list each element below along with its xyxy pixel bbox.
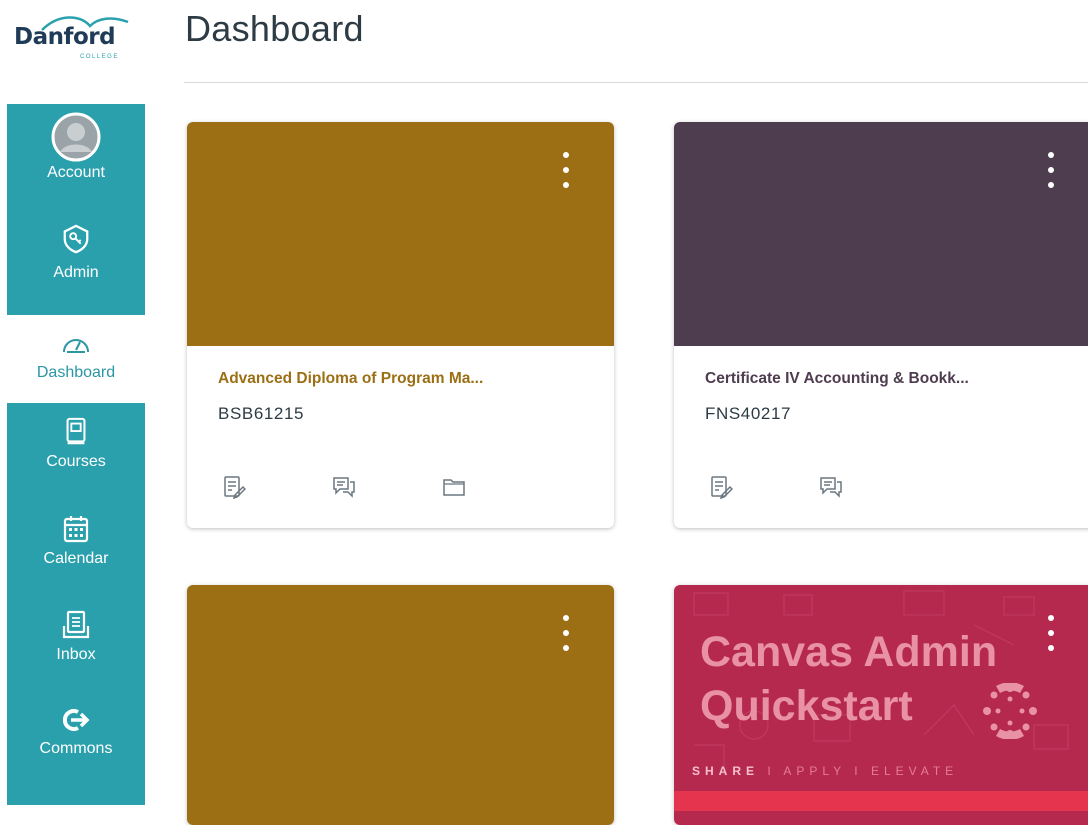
shield-key-icon [63, 224, 89, 254]
course-card-actions [222, 475, 552, 499]
course-card-hero[interactable] [187, 585, 614, 825]
kebab-dot-icon [1048, 182, 1054, 188]
global-nav: Account Admin Dashboard Courses Calendar… [7, 104, 145, 805]
book-icon [66, 417, 86, 445]
hero-tagline: SHARE I APPLY I ELEVATE [692, 764, 958, 778]
kebab-dot-icon [563, 182, 569, 188]
hero-title-line2: Quickstart [700, 682, 913, 730]
nav-label-dashboard: Dashboard [36, 364, 116, 381]
card-options-button[interactable] [1045, 615, 1057, 651]
course-card-hero[interactable] [187, 122, 614, 346]
kebab-dot-icon [1048, 645, 1054, 651]
inbox-icon [62, 610, 90, 639]
course-card-name[interactable]: Advanced Diploma of Program Ma... [218, 370, 483, 388]
avatar-icon [51, 112, 101, 162]
nav-item-inbox[interactable]: Inbox [7, 610, 145, 664]
kebab-dot-icon [563, 630, 569, 636]
nav-item-dashboard[interactable]: Dashboard [7, 332, 145, 382]
calendar-icon [63, 516, 89, 543]
nav-item-calendar[interactable]: Calendar [7, 514, 145, 568]
logo-subtext: COLLEGE [80, 54, 119, 60]
nav-label-account: Account [47, 164, 105, 181]
canvas-logo-icon [983, 683, 1037, 739]
course-card[interactable]: Advanced Diploma of Program Ma... BSB612… [187, 122, 614, 528]
course-card-hero[interactable] [674, 122, 1088, 346]
nav-item-courses[interactable]: Courses [7, 417, 145, 471]
nav-item-account[interactable]: Account [7, 112, 145, 182]
nav-item-admin[interactable]: Admin [7, 224, 145, 282]
course-card-code: FNS40217 [705, 404, 792, 423]
nav-item-commons[interactable]: Commons [7, 704, 145, 758]
kebab-dot-icon [563, 167, 569, 173]
college-logo[interactable]: Danford COLLEGE [0, 0, 145, 104]
share-arrow-icon [62, 709, 90, 731]
course-card-name[interactable]: Certificate IV Accounting & Bookk... [705, 370, 969, 388]
kebab-dot-icon [1048, 615, 1054, 621]
course-card-code: BSB61215 [218, 404, 305, 423]
nav-label-courses: Courses [46, 453, 106, 470]
nav-label-calendar: Calendar [43, 550, 109, 567]
hero-band [674, 791, 1088, 811]
card-options-button[interactable] [1045, 152, 1057, 188]
card-options-button[interactable] [560, 615, 572, 651]
course-card[interactable]: Canvas Admin Quickstart SHARE I APPLY I … [674, 585, 1088, 825]
kebab-dot-icon [1048, 152, 1054, 158]
kebab-dot-icon [563, 645, 569, 651]
hero-title-line1: Canvas Admin [700, 628, 998, 676]
hero-title: Canvas Admin Quickstart [700, 625, 997, 733]
card-options-button[interactable] [560, 152, 572, 188]
course-card-hero[interactable]: Canvas Admin Quickstart SHARE I APPLY I … [674, 585, 1088, 825]
speedometer-icon [63, 339, 89, 353]
files-icon[interactable] [442, 475, 466, 499]
kebab-dot-icon [563, 615, 569, 621]
hero-tagline-rest: I APPLY I ELEVATE [759, 764, 959, 778]
page-title: Dashboard [185, 8, 364, 49]
kebab-dot-icon [563, 152, 569, 158]
course-card-actions [709, 475, 929, 499]
kebab-dot-icon [1048, 630, 1054, 636]
course-card[interactable] [187, 585, 614, 825]
kebab-dot-icon [1048, 167, 1054, 173]
nav-label-admin: Admin [53, 264, 99, 281]
assignments-icon[interactable] [709, 475, 733, 499]
discussions-icon[interactable] [819, 475, 843, 499]
nav-label-commons: Commons [39, 740, 113, 757]
header-divider [184, 82, 1088, 83]
logo-text: Danford [14, 24, 116, 50]
discussions-icon[interactable] [332, 475, 356, 499]
hero-tagline-share: SHARE [692, 764, 760, 778]
nav-label-inbox: Inbox [56, 646, 96, 663]
course-card[interactable]: Certificate IV Accounting & Bookk... FNS… [674, 122, 1088, 528]
assignments-icon[interactable] [222, 475, 246, 499]
